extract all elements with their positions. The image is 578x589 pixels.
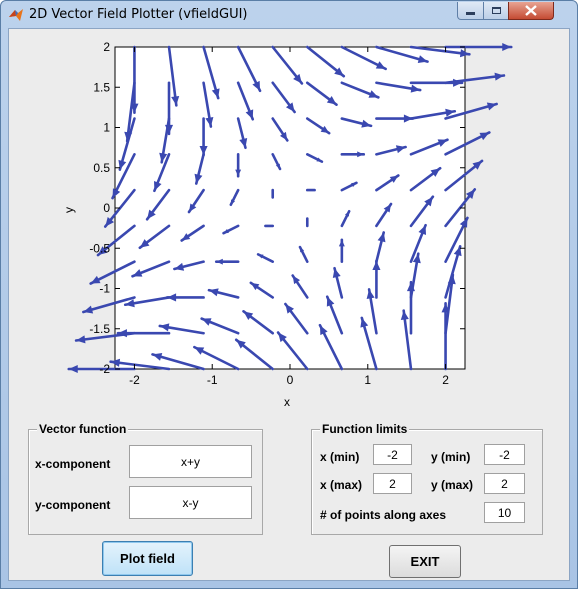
y-min-label: y (min) [431,450,471,464]
y-tick-label: -2 [99,362,110,376]
y-axis-label: y [62,207,76,213]
vector-arrow [305,217,309,228]
y-min-input[interactable]: -2 [484,444,525,465]
x-max-input[interactable]: 2 [373,473,412,494]
x-component-label: x-component [35,457,111,471]
title-bar[interactable]: 2D Vector Field Plotter (vfieldGUI) [1,1,577,28]
x-axis-label: x [284,395,290,409]
minimize-button[interactable] [457,2,484,20]
x-tick-label: -2 [129,373,140,387]
y-component-label: y-component [35,498,111,512]
y-max-input[interactable]: 2 [484,473,525,494]
vector-arrow [271,188,275,199]
arrow-head [502,42,512,52]
close-button[interactable] [508,2,554,20]
y-tick-label: 0.5 [93,161,110,175]
vector-arrow [264,224,275,228]
x-tick-label: -1 [207,373,218,387]
vector-function-panel: Vector function x-component x+y y-compon… [28,422,263,535]
x-tick-label: 1 [364,373,371,387]
vector-arrow [305,188,316,192]
arrow-head [68,364,78,374]
y-tick-labels: -2 -1.5 -1 -0.5 0 0.5 1 1.5 2 [89,40,110,376]
y-tick-label: 0 [103,201,110,215]
close-icon [525,5,537,16]
y-max-label: y (max) [431,478,474,492]
minimize-icon [466,12,475,15]
x-component-input[interactable]: x+y [129,445,252,478]
points-along-axes-input[interactable]: 10 [484,502,525,523]
y-tick-label: 2 [103,40,110,54]
function-limits-panel: Function limits x (min) -2 y (min) -2 x … [311,422,543,535]
x-tick-label: 0 [287,373,294,387]
y-tick-label: -1 [99,282,110,296]
y-tick-label: 1.5 [93,80,110,94]
maximize-button[interactable] [483,2,509,20]
maximize-icon [491,7,501,14]
function-limits-title: Function limits [320,422,410,436]
y-tick-label: 1 [103,121,110,135]
exit-button[interactable]: EXIT [389,545,461,578]
x-max-label: x (max) [320,478,363,492]
figure-area: -2 -1 0 1 2 -2 -1.5 -1 -0.5 0 0.5 1 1.5 2 x y Vector… [8,28,570,581]
x-tick-label: 2 [442,373,449,387]
x-min-input[interactable]: -2 [373,444,412,465]
x-min-label: x (min) [320,450,360,464]
y-component-input[interactable]: x-y [129,486,252,519]
x-tick-labels: -2 -1 0 1 2 [129,373,449,387]
app-window: 2D Vector Field Plotter (vfieldGUI) -2 -1… [0,0,578,589]
points-along-axes-label: # of points along axes [320,508,447,522]
matlab-logo-icon [9,9,23,21]
plot-field-button[interactable]: Plot field [102,541,193,576]
y-tick-label: -0.5 [89,241,110,255]
vector-function-title: Vector function [37,422,129,436]
window-title: 2D Vector Field Plotter (vfieldGUI) [29,7,248,22]
plot-axes-box [114,46,466,370]
y-tick-label: -1.5 [89,322,110,336]
vector-field-plot[interactable]: -2 -1 0 1 2 -2 -1.5 -1 -0.5 0 0.5 1 1.5 2 x y [9,29,569,409]
